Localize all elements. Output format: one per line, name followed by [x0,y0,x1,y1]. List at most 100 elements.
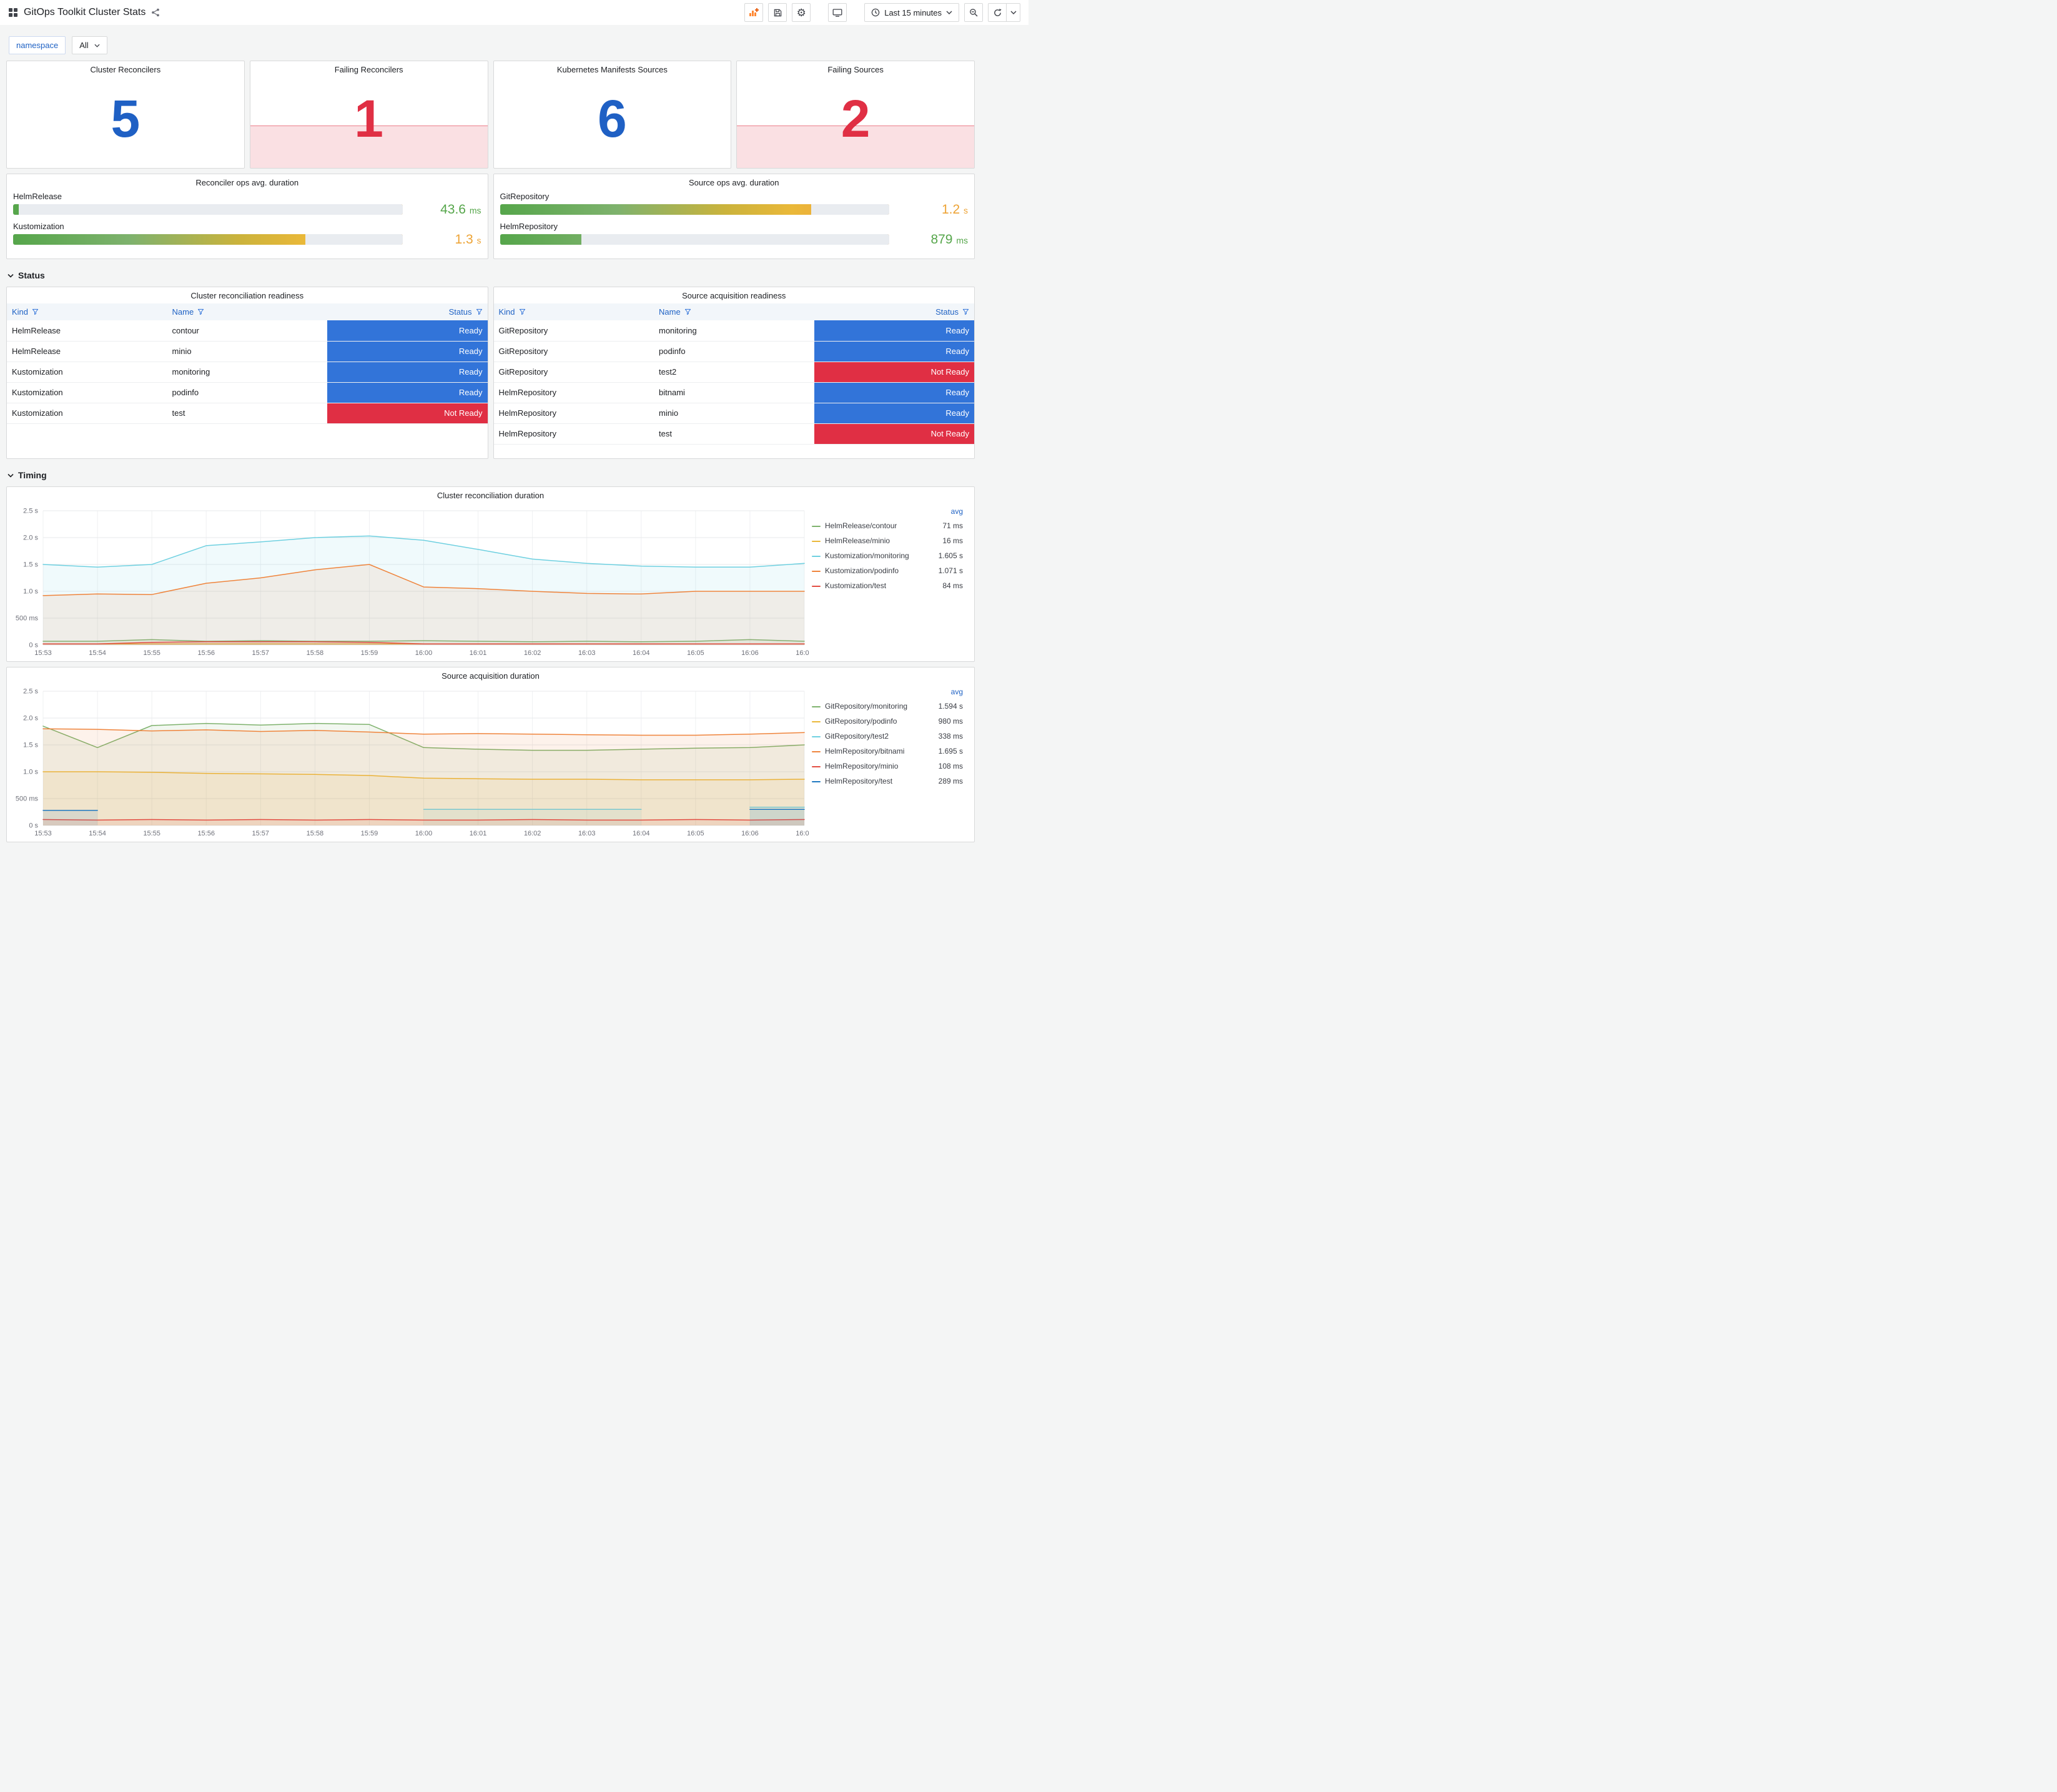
legend-row: GitRepository/podinfo 980 ms [812,714,963,729]
legend-row: HelmRepository/bitnami 1.695 s [812,744,963,759]
legend-avg-header[interactable]: avg [812,685,963,699]
panel-source-acquisition-readiness: Source acquisition readiness Kind Name S… [493,287,975,459]
share-icon[interactable] [151,8,160,17]
stat-value: 6 [598,89,627,149]
panel-title[interactable]: Cluster reconciliation readiness [7,287,488,303]
legend-series-toggle[interactable]: Kustomization/test [812,578,886,593]
svg-text:15:53: 15:53 [34,649,52,657]
legend-row: HelmRepository/test 289 ms [812,774,963,789]
gauge-track [13,204,403,215]
status-badge: Not Ready [814,423,974,444]
column-header-kind[interactable]: Kind [7,303,167,320]
filter-icon[interactable] [197,308,204,315]
legend-series-toggle[interactable]: Kustomization/podinfo [812,563,899,578]
legend-series-toggle[interactable]: GitRepository/podinfo [812,714,897,729]
cell-name: test2 [654,362,814,383]
panel-title[interactable]: Cluster reconciliation duration [7,487,974,503]
panel-title[interactable]: Failing Sources [737,61,974,77]
filter-icon[interactable] [476,308,483,315]
svg-text:500 ms: 500 ms [16,795,39,803]
svg-text:16:06: 16:06 [741,830,759,837]
legend-row: GitRepository/test2 338 ms [812,729,963,744]
column-header-name[interactable]: Name [654,303,814,320]
panel-title[interactable]: Source acquisition duration [7,667,974,684]
row-toggle-timing[interactable]: Timing [7,468,975,483]
zoom-out-button[interactable] [964,3,983,22]
legend-series-toggle[interactable]: HelmRepository/bitnami [812,744,904,759]
row-toggle-status[interactable]: Status [7,268,975,283]
table-row: Kustomization test Not Ready [7,403,488,424]
cycle-view-button[interactable] [828,3,847,22]
cell-kind: HelmRepository [493,423,654,445]
panel-title[interactable]: Failing Reconcilers [250,61,488,77]
legend-row: HelmRelease/contour 71 ms [812,518,963,533]
save-dashboard-button[interactable] [768,3,787,22]
svg-text:16:01: 16:01 [470,649,487,657]
series-color-dash [812,585,821,587]
column-header-name[interactable]: Name [167,303,327,320]
legend-avg-header[interactable]: avg [812,505,963,518]
dashboard-grid-icon[interactable] [8,7,18,17]
svg-text:16:05: 16:05 [687,649,704,657]
svg-text:2.0 s: 2.0 s [23,715,38,722]
cell-name: test [654,423,814,445]
variable-namespace-select[interactable]: All [72,36,107,54]
column-header-status[interactable]: Status [327,303,488,320]
filter-icon[interactable] [32,308,39,315]
add-panel-button[interactable] [744,3,764,22]
legend-series-toggle[interactable]: HelmRepository/test [812,774,892,789]
panel-cluster-reconcilers: Cluster Reconcilers 5 [6,61,245,169]
legend-series-toggle[interactable]: HelmRelease/minio [812,533,890,548]
svg-text:15:57: 15:57 [252,649,270,657]
table-row: HelmRepository test Not Ready [493,423,974,445]
filter-icon[interactable] [519,308,526,315]
row-title: Timing [18,470,47,480]
legend-row: GitRepository/monitoring 1.594 s [812,699,963,714]
stat-value: 1 [354,89,383,149]
svg-text:500 ms: 500 ms [16,615,39,623]
panel-failing-reconcilers: Failing Reconcilers 1 [249,61,488,169]
bar-gauge: HelmRelease 43.6 ms [13,192,481,216]
cell-name: contour [167,320,327,342]
filter-icon[interactable] [684,308,691,315]
cell-name: test [167,403,327,424]
svg-text:16:06: 16:06 [741,649,759,657]
panel-title[interactable]: Source ops avg. duration [494,174,975,190]
legend-avg-value: 1.605 s [938,551,963,560]
panel-title[interactable]: Cluster Reconcilers [7,61,244,77]
svg-text:1.5 s: 1.5 s [23,561,38,569]
dashboard-settings-button[interactable]: ⚙ [792,3,811,22]
panel-title[interactable]: Reconciler ops avg. duration [7,174,488,190]
svg-text:15:58: 15:58 [307,649,324,657]
time-range-picker[interactable]: Last 15 minutes [864,3,959,22]
refresh-button[interactable] [988,3,1007,22]
top-nav: GitOps Toolkit Cluster Stats ⚙ Last 15 m… [0,0,1028,25]
legend-row: Kustomization/monitoring 1.605 s [812,548,963,563]
panel-failing-sources: Failing Sources 2 [736,61,975,169]
panel-title[interactable]: Kubernetes Manifests Sources [494,61,731,77]
svg-text:16:07: 16:07 [796,649,809,657]
svg-text:0 s: 0 s [29,822,38,830]
refresh-interval-dropdown[interactable] [1007,3,1020,22]
legend-series-toggle[interactable]: GitRepository/test2 [812,729,889,744]
cell-kind: Kustomization [7,403,167,424]
cell-kind: GitRepository [493,362,654,383]
table-row: HelmRelease minio Ready [7,341,488,362]
svg-text:1.0 s: 1.0 s [23,769,38,776]
panel-title[interactable]: Source acquisition readiness [494,287,975,303]
legend-series-toggle[interactable]: Kustomization/monitoring [812,548,909,563]
bar-gauge: GitRepository 1.2 s [500,192,968,216]
time-series-plot[interactable]: 15:53 15:54 15:55 15:56 15:57 15:58 15:59 16:00… [9,685,809,839]
legend-series-toggle[interactable]: HelmRepository/minio [812,759,898,774]
filter-icon[interactable] [962,308,969,315]
cell-kind: HelmRelease [7,320,167,342]
zoom-out-icon [969,8,977,16]
legend-series-toggle[interactable]: GitRepository/monitoring [812,699,907,714]
legend-series-toggle[interactable]: HelmRelease/contour [812,518,897,533]
table-row: Kustomization monitoring Ready [7,362,488,383]
column-header-status[interactable]: Status [814,303,974,320]
time-series-plot[interactable]: 15:53 15:54 15:55 15:56 15:57 15:58 15:59 16:00… [9,505,809,659]
legend-avg-value: 980 ms [938,717,963,726]
column-header-kind[interactable]: Kind [493,303,654,320]
svg-text:16:04: 16:04 [633,830,650,837]
